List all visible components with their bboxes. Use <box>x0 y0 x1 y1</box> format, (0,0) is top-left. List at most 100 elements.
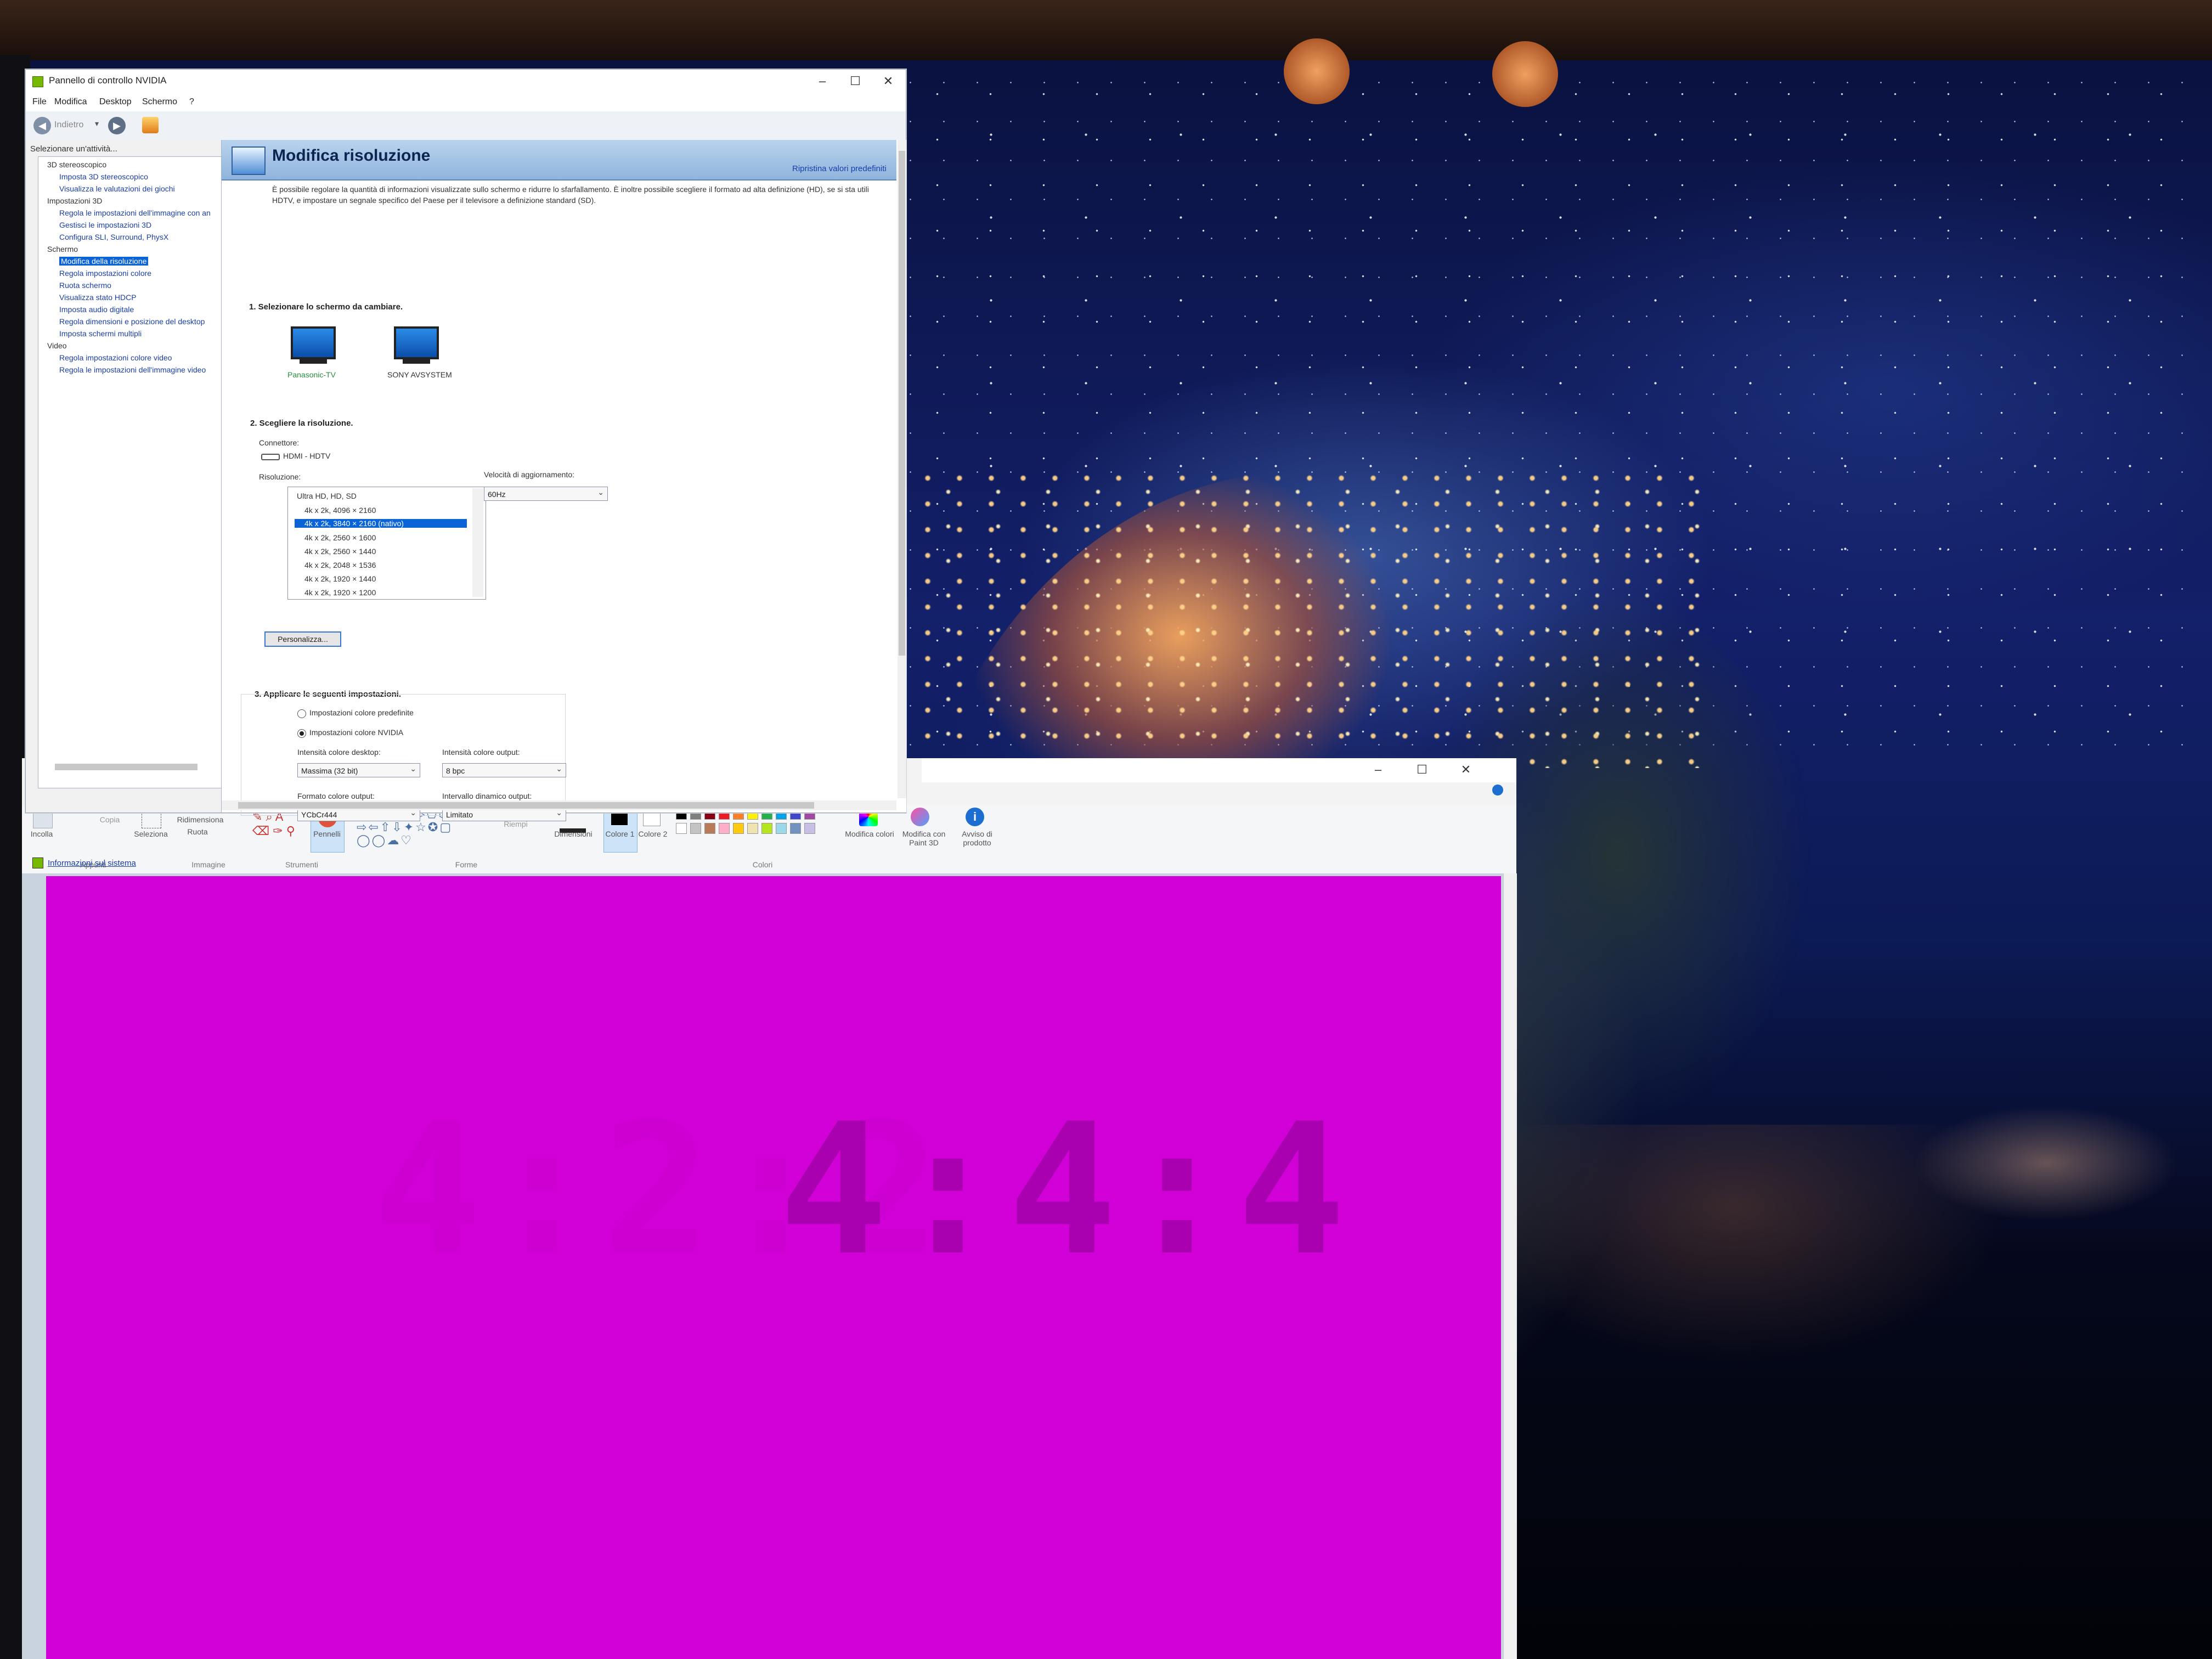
tree-item[interactable]: Regola le impostazioni dell'immagine con… <box>59 208 211 217</box>
display-panasonic-label[interactable]: Panasonic-TV <box>287 370 336 379</box>
rotate-button[interactable]: Ruota <box>176 827 219 836</box>
paint3d-button[interactable]: Modifica con Paint 3D <box>896 830 951 847</box>
tree-item[interactable]: Regola impostazioni colore video <box>59 353 172 362</box>
tree-item[interactable]: Regola le impostazioni dell'immagine vid… <box>59 365 206 374</box>
tree-item[interactable]: Imposta schermi multipli <box>59 329 142 338</box>
restore-defaults-link[interactable]: Ripristina valori predefiniti <box>792 164 887 173</box>
radio-default-colors-label[interactable]: Impostazioni colore predefinite <box>309 708 414 717</box>
select-button[interactable]: Seleziona <box>132 830 170 838</box>
canvas-vertical-scrollbar[interactable] <box>1503 873 1517 1659</box>
copy-button[interactable]: Copia <box>93 815 126 824</box>
palette-swatch[interactable] <box>790 823 801 834</box>
menu-modifica[interactable]: Modifica <box>54 97 87 107</box>
resolution-item[interactable]: 4k x 2k, 2560 × 1440 <box>304 547 376 556</box>
palette-swatch[interactable] <box>761 823 772 834</box>
monitor-stand <box>403 359 430 364</box>
connector-value: HDMI - HDTV <box>283 452 331 460</box>
content-vertical-scroll-thumb[interactable] <box>899 151 905 656</box>
close-button[interactable]: ✕ <box>871 72 906 91</box>
tree-item-selected[interactable]: Modifica della risoluzione <box>59 257 149 266</box>
paint-close-button[interactable]: ✕ <box>1448 760 1483 779</box>
display-sony-label[interactable]: SONY AVSYSTEM <box>387 370 452 379</box>
product-alert-button[interactable]: Avviso di prodotto <box>952 830 1002 847</box>
content-horizontal-scroll-thumb[interactable] <box>238 802 814 809</box>
palette-swatch[interactable] <box>747 823 758 834</box>
radio-default-colors[interactable] <box>297 709 306 718</box>
color2-button[interactable]: Colore 2 <box>636 830 669 838</box>
tree-item[interactable]: Ruota schermo <box>59 281 111 290</box>
radio-nvidia-colors-label[interactable]: Impostazioni colore NVIDIA <box>309 728 403 737</box>
group-label-shapes: Forme <box>455 860 478 869</box>
resolution-item[interactable]: 4k x 2k, 1920 × 1200 <box>304 588 376 597</box>
tree-item[interactable]: Impostazioni 3D <box>47 196 102 205</box>
tree-item[interactable]: Configura SLI, Surround, PhysX <box>59 233 168 241</box>
info-icon: i <box>966 808 984 826</box>
menu-desktop[interactable]: Desktop <box>99 97 132 107</box>
connector-label: Connettore: <box>259 438 300 447</box>
paint-maximize-button[interactable]: ☐ <box>1404 760 1440 779</box>
tree-item[interactable]: Imposta 3D stereoscopico <box>59 172 148 181</box>
minimize-button[interactable]: – <box>805 72 840 91</box>
desktop-depth-label: Intensità colore desktop: <box>297 748 381 757</box>
paste-button[interactable]: Incolla <box>25 830 58 838</box>
toolbar: ◀ Indietro ▾ ▶ <box>26 111 906 140</box>
palette-swatch[interactable] <box>804 823 815 834</box>
resolution-item[interactable]: 4k x 2k, 2048 × 1536 <box>304 561 376 569</box>
menu-help[interactable]: ? <box>189 97 194 107</box>
palette-swatch[interactable] <box>690 823 701 834</box>
resolution-item[interactable]: 4k x 2k, 1920 × 1440 <box>304 574 376 583</box>
system-info-icon <box>32 857 43 868</box>
resolution-listbox[interactable]: Ultra HD, HD, SD 4k x 2k, 4096 × 2160 4k… <box>287 487 486 600</box>
listbox-scrollbar[interactable] <box>472 488 483 597</box>
menu-file[interactable]: File <box>32 97 47 107</box>
back-dropdown-icon[interactable]: ▾ <box>95 119 99 128</box>
palette-swatch[interactable] <box>719 823 730 834</box>
monitor-icon[interactable] <box>394 326 439 359</box>
customize-button[interactable]: Personalizza... <box>264 631 341 647</box>
menu-schermo[interactable]: Schermo <box>142 97 177 107</box>
wallpaper-rocks <box>1893 1075 2212 1273</box>
brushes-button[interactable]: Pennelli <box>311 830 343 838</box>
back-arrow-icon[interactable]: ◀ <box>33 117 51 134</box>
size-button[interactable]: Dimensioni <box>549 830 598 838</box>
color1-button[interactable]: Colore 1 <box>603 830 636 838</box>
edit-colors-button[interactable]: Modifica colori <box>845 830 894 838</box>
help-icon[interactable] <box>1492 785 1503 795</box>
back-label[interactable]: Indietro <box>54 120 83 130</box>
tree-item[interactable]: 3D stereoscopico <box>47 160 106 169</box>
dynamic-range-label: Intervallo dinamico output: <box>442 792 532 800</box>
nvidia-control-panel-window: Pannello di controllo NVIDIA – ☐ ✕ File … <box>25 69 906 868</box>
palette-swatch[interactable] <box>733 823 744 834</box>
tree-item[interactable]: Visualizza le valutazioni dei giochi <box>59 184 175 193</box>
wallpaper-town-lights <box>905 461 1701 768</box>
tree-item[interactable]: Imposta audio digitale <box>59 305 134 314</box>
tree-item[interactable]: Video <box>47 341 67 350</box>
radio-nvidia-colors[interactable] <box>297 729 306 738</box>
resize-button[interactable]: Ridimensiona <box>170 815 230 824</box>
nvidia-titlebar: Pannello di controllo NVIDIA – ☐ ✕ <box>26 70 906 94</box>
tree-item[interactable]: Regola impostazioni colore <box>59 269 151 278</box>
output-depth-select[interactable]: 8 bpc <box>442 761 566 777</box>
system-info-link[interactable]: Informazioni sul sistema <box>48 859 136 868</box>
tree-horizontal-scrollbar[interactable] <box>55 764 198 770</box>
group-label-tools: Strumenti <box>285 860 318 869</box>
tree-item[interactable]: Schermo <box>47 245 78 253</box>
refresh-rate-select[interactable]: 60Hz <box>484 485 608 501</box>
maximize-button[interactable]: ☐ <box>838 72 873 91</box>
palette-swatch[interactable] <box>704 823 715 834</box>
tree-item[interactable]: Visualizza stato HDCP <box>59 293 137 302</box>
palette-swatch[interactable] <box>676 823 687 834</box>
paint-minimize-button[interactable]: – <box>1361 760 1396 779</box>
tree-item[interactable]: Regola dimensioni e posizione del deskto… <box>59 317 205 326</box>
tree-item[interactable]: Gestisci le impostazioni 3D <box>59 221 151 229</box>
resolution-item[interactable]: 4k x 2k, 4096 × 2160 <box>304 506 376 515</box>
desktop-depth-select[interactable]: Massima (32 bit) <box>297 761 420 777</box>
task-header: Selezionare un'attività... <box>30 144 117 154</box>
palette-swatch[interactable] <box>776 823 787 834</box>
home-icon[interactable] <box>142 117 159 133</box>
resolution-item[interactable]: 4k x 2k, 2560 × 1600 <box>304 533 376 542</box>
page-title: Modifica risoluzione <box>272 146 431 165</box>
resolution-item-selected[interactable]: 4k x 2k, 3840 × 2160 (nativo) <box>295 519 467 528</box>
monitor-icon[interactable] <box>291 326 336 359</box>
forward-arrow-icon[interactable]: ▶ <box>108 117 126 134</box>
